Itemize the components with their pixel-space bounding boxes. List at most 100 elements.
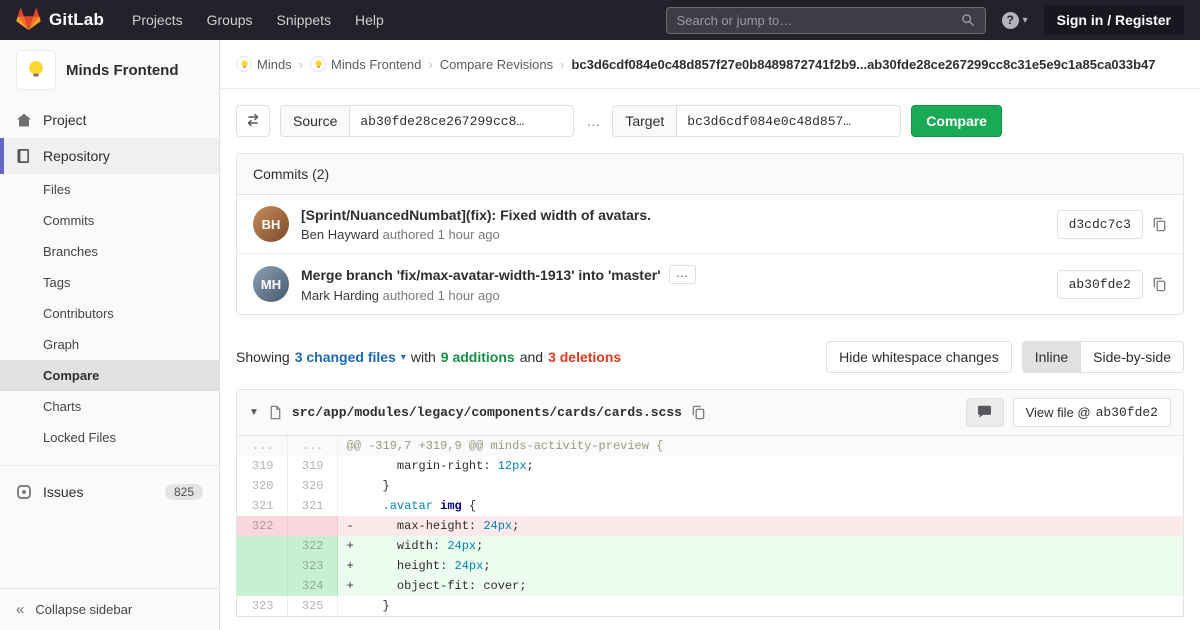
navbar-link-projects[interactable]: Projects [132,12,183,28]
help-icon: ? [1002,12,1019,29]
breadcrumb-link-compare-revisions[interactable]: Compare Revisions [440,57,553,72]
commit-expand-button[interactable]: … [669,265,696,284]
sidebar-subitem-contributors[interactable]: Contributors [0,298,219,329]
diff-old-line-number[interactable]: 323 [237,596,287,616]
diff-new-line-number[interactable]: ... [287,436,337,456]
collapse-diff-icon[interactable]: ▼ [249,407,259,418]
diff-new-line-number[interactable] [287,516,337,536]
project-name: Minds Frontend [66,62,179,79]
sidebar-subitem-commits[interactable]: Commits [0,205,219,236]
diff-new-line-number[interactable]: 319 [287,456,337,476]
navbar-link-help[interactable]: Help [355,12,384,28]
diff-new-line-number[interactable]: 320 [287,476,337,496]
project-context-header[interactable]: Minds Frontend [0,40,219,102]
diff-old-line-number[interactable]: ... [237,436,287,456]
diff-new-line-number[interactable]: 324 [287,576,337,596]
target-label: Target [612,105,676,137]
diff-new-line-number[interactable]: 322 [287,536,337,556]
target-input-group: Target bc3d6cdf084e0c48d857… [612,105,901,137]
commit-author-avatar[interactable]: BH [253,206,289,242]
breadcrumb-link-minds-frontend[interactable]: Minds Frontend [310,56,421,72]
diff-old-line-number[interactable] [237,556,287,576]
view-file-button[interactable]: View file @ ab30fde2 [1013,398,1171,427]
diff-old-line-number[interactable]: 320 [237,476,287,496]
sidebar-subitem-files[interactable]: Files [0,174,219,205]
search-input[interactable] [677,13,961,28]
diff-new-line-number[interactable]: 321 [287,496,337,516]
commit-meta: Mark Harding authored 1 hour ago [301,288,1041,303]
diff-line: 319319 margin-right: 12px; [237,456,1183,476]
sidebar-subitem-branches[interactable]: Branches [0,236,219,267]
file-icon [268,405,283,420]
diff-file-path[interactable]: src/app/modules/legacy/components/cards/… [292,405,682,420]
swap-revisions-button[interactable] [236,105,270,137]
source-revision-field[interactable]: ab30fde28ce267299cc8… [349,105,574,137]
sidebar-item-issues[interactable]: Issues 825 [0,474,219,510]
gitlab-brand-text: GitLab [49,10,104,30]
diff-old-line-number[interactable]: 322 [237,516,287,536]
diff-line: ......@@ -319,7 +319,9 @@ minds-activity… [237,436,1183,456]
sidebar-subitem-tags[interactable]: Tags [0,267,219,298]
collapse-sidebar-label: Collapse sidebar [35,602,132,617]
commit-row: MH Merge branch 'fix/max-avatar-width-19… [237,254,1183,314]
commit-sha[interactable]: d3cdc7c3 [1057,210,1143,239]
commit-meta-text: authored 1 hour ago [383,227,500,242]
copy-file-path-icon[interactable] [691,405,706,420]
diff-old-line-number[interactable] [237,536,287,556]
navbar-link-groups[interactable]: Groups [207,12,253,28]
showing-text: Showing [236,349,290,365]
diff-line: 321321 .avatar img { [237,496,1183,516]
diff-file-actions: View file @ ab30fde2 [966,398,1171,427]
diff-old-line-number[interactable]: 321 [237,496,287,516]
navbar-link-snippets[interactable]: Snippets [277,12,331,28]
deletions-count: 3 deletions [548,349,621,365]
sidebar-subitem-graph[interactable]: Graph [0,329,219,360]
sidebar-item-project[interactable]: Project [0,102,219,138]
chevron-down-icon: ▾ [1023,15,1028,26]
sidebar-subitem-compare[interactable]: Compare [0,360,219,391]
diff-line-code: } [337,596,1183,616]
sidebar-subitem-locked-files[interactable]: Locked Files [0,422,219,453]
sidebar-subitem-charts[interactable]: Charts [0,391,219,422]
commit-author-link[interactable]: Ben Hayward [301,227,379,242]
copy-commit-sha-icon[interactable] [1152,217,1167,232]
project-icon [16,112,32,128]
sidebar: Minds Frontend Project Repository FilesC… [0,40,220,630]
commit-author-link[interactable]: Mark Harding [301,288,379,303]
breadcrumb-separator: › [428,57,432,72]
repository-icon [16,148,32,164]
diff-new-line-number[interactable]: 323 [287,556,337,576]
diff-view-toggle: Inline Side-by-side [1022,341,1184,373]
commit-sha[interactable]: ab30fde2 [1057,270,1143,299]
sign-in-button[interactable]: Sign in / Register [1044,5,1184,35]
sidebar-item-repository[interactable]: Repository [0,138,219,174]
diff-file-header: ▼ src/app/modules/legacy/components/card… [237,390,1183,436]
diff-file-panel: ▼ src/app/modules/legacy/components/card… [236,389,1184,617]
commit-title-link[interactable]: [Sprint/NuancedNumbat](fix): Fixed width… [301,207,651,223]
gitlab-home-link[interactable]: GitLab [16,7,104,34]
commit-list: BH [Sprint/NuancedNumbat](fix): Fixed wi… [237,195,1183,314]
diff-new-line-number[interactable]: 325 [287,596,337,616]
diff-line-code: + width: 24px; [337,536,1183,556]
sidebar-nav: Project Repository FilesCommitsBranchesT… [0,102,219,588]
target-revision-field[interactable]: bc3d6cdf084e0c48d857… [676,105,901,137]
diff-old-line-number[interactable] [237,576,287,596]
commit-title-link[interactable]: Merge branch 'fix/max-avatar-width-1913'… [301,267,661,283]
commit-author-avatar[interactable]: MH [253,266,289,302]
diff-old-line-number[interactable]: 319 [237,456,287,476]
help-dropdown[interactable]: ? ▾ [1002,12,1028,29]
gitlab-app: GitLab Projects Groups Snippets Help ? ▾ Si… [0,0,1200,630]
toggle-comments-button[interactable] [966,398,1004,427]
main-content: Minds › Minds Frontend › Compare Revisio… [220,40,1200,630]
side-by-side-view-button[interactable]: Side-by-side [1081,341,1184,373]
collapse-sidebar-button[interactable]: « Collapse sidebar [0,588,219,630]
and-text: and [520,349,543,365]
compare-form: Source ab30fde28ce267299cc8… … Target bc… [236,105,1184,137]
changed-files-dropdown[interactable]: 3 changed files [295,349,396,365]
inline-view-button[interactable]: Inline [1022,341,1081,373]
page-layout: Minds Frontend Project Repository FilesC… [0,40,1200,630]
copy-commit-sha-icon[interactable] [1152,277,1167,292]
hide-whitespace-button[interactable]: Hide whitespace changes [826,341,1012,373]
breadcrumb-link-minds[interactable]: Minds [236,56,292,72]
compare-button[interactable]: Compare [911,105,1002,137]
